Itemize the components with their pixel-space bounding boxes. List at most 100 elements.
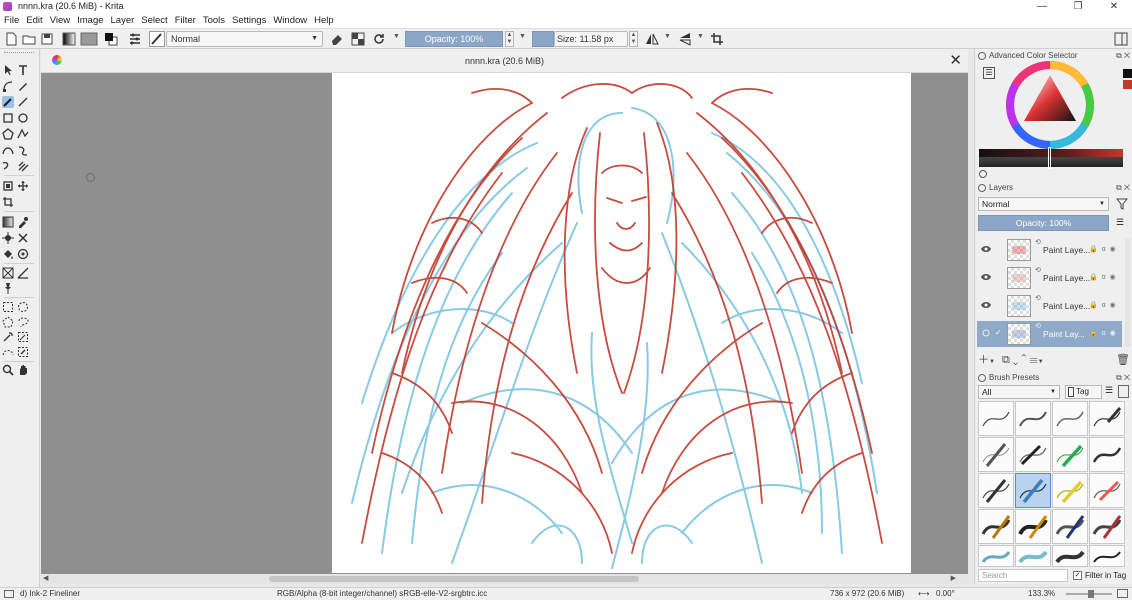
mirror-vertical-icon[interactable] [678,32,692,46]
visibility-eye-icon[interactable] [981,245,991,253]
brush-preset-tile[interactable] [1052,509,1088,544]
move-layer-down-icon[interactable]: ⌄ [1013,354,1018,366]
gradient-tool-icon[interactable] [2,216,14,228]
layer-name[interactable]: Paint Lay... [1043,329,1085,339]
pattern-icon[interactable] [80,32,98,46]
chevron-down-icon[interactable]: ▼ [393,33,400,40]
layer-properties-icon[interactable]: ☰ [1029,354,1037,366]
eraser-icon[interactable] [330,32,344,46]
chevron-down-icon[interactable]: ▼ [664,33,671,40]
layer-filter-icon[interactable] [1116,198,1128,210]
color-picker-tool-icon[interactable] [17,216,29,228]
add-layer-icon[interactable]: ＋ [978,354,989,366]
menu-settings[interactable]: Settings [228,13,269,29]
menu-view[interactable]: View [46,13,73,29]
panel-float-close-icon[interactable]: ⧉ ✕ [1116,50,1130,62]
close-window-button[interactable]: ✕ [1096,0,1132,13]
brush-preset-tile[interactable] [1089,437,1125,472]
polygon-tool-icon[interactable] [2,128,14,140]
save-icon[interactable] [40,32,54,46]
brush-preset-tile[interactable] [1052,401,1088,436]
scroll-left-icon[interactable]: ◀ [43,574,48,584]
panels-layout-icon[interactable] [1114,32,1128,46]
brush-preset-tile[interactable] [978,473,1014,508]
shade-cursor[interactable] [1048,147,1051,169]
brush-preset-tile-selected[interactable] [1015,473,1051,508]
brush-preset-tile[interactable] [1089,509,1125,544]
brush-preset-tile[interactable] [978,437,1014,472]
brush-preset-tile[interactable] [978,509,1014,544]
brush-preset-tile[interactable] [1089,545,1125,567]
shade-selector[interactable] [979,149,1123,157]
chevron-down-icon[interactable]: ▼ [989,359,995,365]
zoom-tool-icon[interactable] [2,364,14,376]
brush-preset-tile[interactable] [978,401,1014,436]
size-slider[interactable]: Size: 11.58 px [554,31,628,47]
fg-bg-color-icon[interactable] [104,32,118,46]
crop-tool-icon[interactable] [2,196,14,208]
toolbox-grip[interactable] [4,52,34,55]
size-stepper[interactable]: ▲ ▼ [629,31,638,47]
menu-file[interactable]: File [0,13,22,29]
menu-select[interactable]: Select [137,13,170,29]
brush-preset-tile[interactable] [978,545,1014,567]
edit-brush-settings-icon[interactable] [128,32,142,46]
contiguous-select-tool-icon[interactable] [2,331,14,343]
chevron-down-icon[interactable]: ▼ [697,33,704,40]
brush-preset-tile[interactable] [1052,473,1088,508]
chevron-down-icon[interactable]: ▼ [519,33,526,40]
measure-tool-icon[interactable] [17,267,29,279]
ellipse-select-tool-icon[interactable] [17,301,29,313]
layer-opacity-slider[interactable]: Opacity: 100% [978,215,1109,231]
brush-preset-tile[interactable] [1015,401,1051,436]
brush-preset-tile[interactable] [1089,473,1125,508]
reference-image-tool-icon[interactable] [2,282,14,294]
magnetic-select-tool-icon[interactable] [17,346,29,358]
horizontal-scrollbar[interactable]: ◀ ▶ [41,574,968,584]
menu-help[interactable]: Help [310,13,337,29]
color-settings-icon[interactable]: ☰ [983,67,995,79]
move-tool-icon[interactable] [17,180,29,192]
layers-scrollbar[interactable] [1125,239,1131,347]
minimize-button[interactable]: — [1024,0,1060,13]
rotation-value[interactable]: 0.00° [936,588,955,600]
preset-filter-select[interactable]: All ▼ [978,385,1060,399]
bezier-curve-tool-icon[interactable] [2,144,14,156]
zoom-level[interactable]: 133.3% [1028,588,1055,600]
layer-options-icon[interactable]: ☰ [1116,217,1124,228]
layer-row[interactable]: ⟲ Paint Laye... 🔒 α ◉ [977,293,1122,319]
dynamic-brush-tool-icon[interactable] [2,160,14,172]
scroll-right-icon[interactable]: ▶ [951,574,956,584]
text-tool-icon[interactable] [17,64,29,76]
layer-lock-alpha-icons[interactable]: 🔒 α ◉ [1089,301,1117,309]
polyline-tool-icon[interactable] [17,128,29,140]
bezier-select-tool-icon[interactable] [2,346,14,358]
new-document-icon[interactable] [4,32,18,46]
layer-row-selected[interactable]: ✓ ⟲ Paint Lay... 🔒 α ◉ [977,321,1122,347]
canvas-area[interactable]: nnnn.kra (20.6 MiB) ✕ ◀ ▶ [41,49,968,584]
chevron-down-icon[interactable]: ▼ [1038,359,1044,365]
filter-in-tag-checkbox[interactable]: ✓ [1073,571,1082,580]
layer-lock-alpha-icons[interactable]: 🔒 α ◉ [1089,245,1117,253]
close-document-icon[interactable]: ✕ [949,53,962,69]
layer-lock-alpha-icons[interactable]: 🔒 α ◉ [1089,329,1117,337]
brush-preset-tile[interactable] [1052,437,1088,472]
select-shapes-tool-icon[interactable] [2,64,14,76]
fill-by-color-tool-icon[interactable] [17,248,29,260]
multibrush-tool-icon[interactable] [17,160,29,172]
crop-wrap-icon[interactable] [710,32,724,46]
menu-tools[interactable]: Tools [199,13,228,29]
layer-checkmark-icon[interactable]: ✓ [995,328,1002,337]
lasso-select-tool-icon[interactable] [17,316,29,328]
menu-edit[interactable]: Edit [22,13,45,29]
layer-lock-alpha-icons[interactable]: 🔒 α ◉ [1089,273,1117,281]
transform-tool-icon[interactable] [2,180,14,192]
layer-name[interactable]: Paint Laye... [1043,301,1090,311]
duplicate-layer-icon[interactable]: ⧉ [1002,354,1010,366]
reload-preset-icon[interactable] [372,32,386,46]
opacity-stepper[interactable]: ▲ ▼ [505,31,514,47]
advanced-color-selector[interactable]: ☰ [975,61,1132,178]
move-layer-up-icon[interactable]: ⌃ [1021,354,1026,366]
visibility-eye-icon[interactable] [981,301,991,309]
visibility-eye-icon[interactable] [981,273,991,281]
